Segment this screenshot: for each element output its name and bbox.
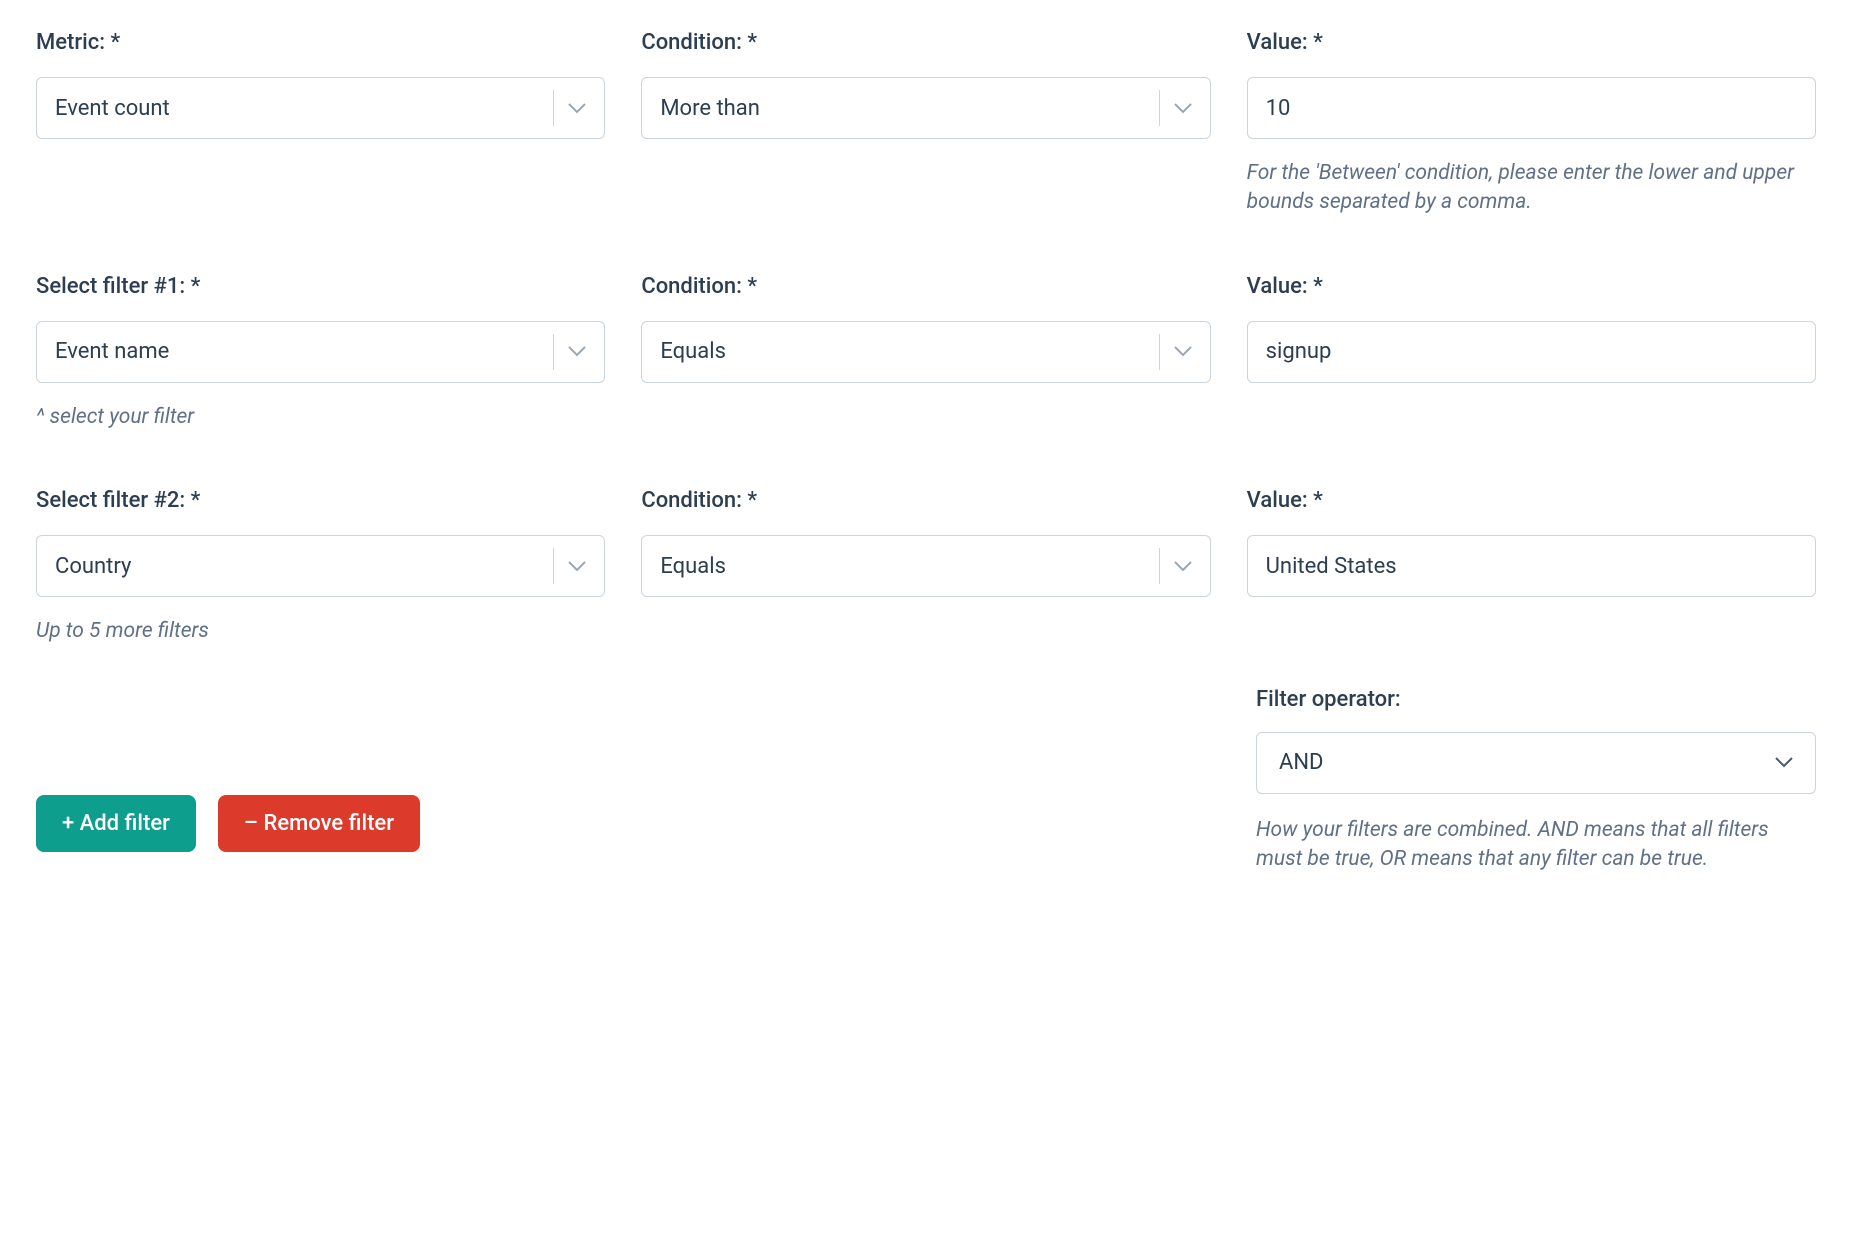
filter2-row: Select filter #2: * Country Up to 5 more…: [36, 488, 1816, 646]
filter1-condition-col: Condition: * Equals: [641, 274, 1210, 383]
chevron-down-icon: [1174, 99, 1192, 117]
bottom-row: + Add filter – Remove filter Filter oper…: [36, 687, 1816, 875]
filter2-condition-label: Condition: *: [641, 488, 1210, 513]
metric-select-value: Event count: [55, 96, 553, 121]
filter1-value-label: Value: *: [1247, 274, 1816, 299]
filter1-value-col: Value: *: [1247, 274, 1816, 383]
metric-condition-value: More than: [660, 96, 1158, 121]
operator-hint: How your filters are combined. AND means…: [1256, 816, 1816, 875]
filter2-col: Select filter #2: * Country Up to 5 more…: [36, 488, 605, 646]
metric-value-input[interactable]: [1247, 77, 1816, 139]
filter1-col: Select filter #1: * Event name ^ select …: [36, 274, 605, 432]
remove-filter-button[interactable]: – Remove filter: [218, 795, 420, 852]
filter2-value-label: Value: *: [1247, 488, 1816, 513]
metric-label: Metric: *: [36, 30, 605, 55]
filter1-value-input[interactable]: [1247, 321, 1816, 383]
metric-condition-label: Condition: *: [641, 30, 1210, 55]
filter1-condition-select[interactable]: Equals: [641, 321, 1210, 383]
metric-value-col: Value: * For the 'Between' condition, pl…: [1247, 30, 1816, 218]
filter2-value-col: Value: *: [1247, 488, 1816, 597]
add-filter-button[interactable]: + Add filter: [36, 795, 196, 852]
operator-label: Filter operator:: [1256, 687, 1401, 712]
button-group: + Add filter – Remove filter: [36, 687, 1220, 852]
chevron-down-icon: [568, 343, 586, 361]
select-divider: [553, 548, 554, 584]
chevron-down-icon: [568, 557, 586, 575]
operator-block: Filter operator: AND How your filters ar…: [1256, 687, 1816, 875]
filter1-row: Select filter #1: * Event name ^ select …: [36, 274, 1816, 432]
chevron-down-icon: [1775, 753, 1793, 772]
select-divider: [553, 334, 554, 370]
filter2-select-value: Country: [55, 554, 553, 579]
filter1-condition-value: Equals: [660, 339, 1158, 364]
operator-select-value: AND: [1279, 750, 1775, 775]
select-divider: [553, 90, 554, 126]
metric-row: Metric: * Event count Condition: * More …: [36, 30, 1816, 218]
chevron-down-icon: [1174, 343, 1192, 361]
metric-col: Metric: * Event count: [36, 30, 605, 139]
filter1-condition-label: Condition: *: [641, 274, 1210, 299]
filter1-select-value: Event name: [55, 339, 553, 364]
filter2-condition-select[interactable]: Equals: [641, 535, 1210, 597]
select-divider: [1159, 334, 1160, 370]
filter2-condition-value: Equals: [660, 554, 1158, 579]
filter2-hint: Up to 5 more filters: [36, 617, 605, 646]
select-divider: [1159, 548, 1160, 584]
metric-select[interactable]: Event count: [36, 77, 605, 139]
filter2-condition-col: Condition: * Equals: [641, 488, 1210, 597]
chevron-down-icon: [568, 99, 586, 117]
filter2-label: Select filter #2: *: [36, 488, 605, 513]
metric-condition-col: Condition: * More than: [641, 30, 1210, 139]
metric-condition-select[interactable]: More than: [641, 77, 1210, 139]
filter1-label: Select filter #1: *: [36, 274, 605, 299]
chevron-down-icon: [1174, 557, 1192, 575]
filter2-select[interactable]: Country: [36, 535, 605, 597]
filter1-select[interactable]: Event name: [36, 321, 605, 383]
operator-select[interactable]: AND: [1256, 732, 1816, 794]
metric-value-hint: For the 'Between' condition, please ente…: [1247, 159, 1816, 218]
metric-value-label: Value: *: [1247, 30, 1816, 55]
filter1-hint: ^ select your filter: [36, 403, 605, 432]
select-divider: [1159, 90, 1160, 126]
filter2-value-input[interactable]: [1247, 535, 1816, 597]
